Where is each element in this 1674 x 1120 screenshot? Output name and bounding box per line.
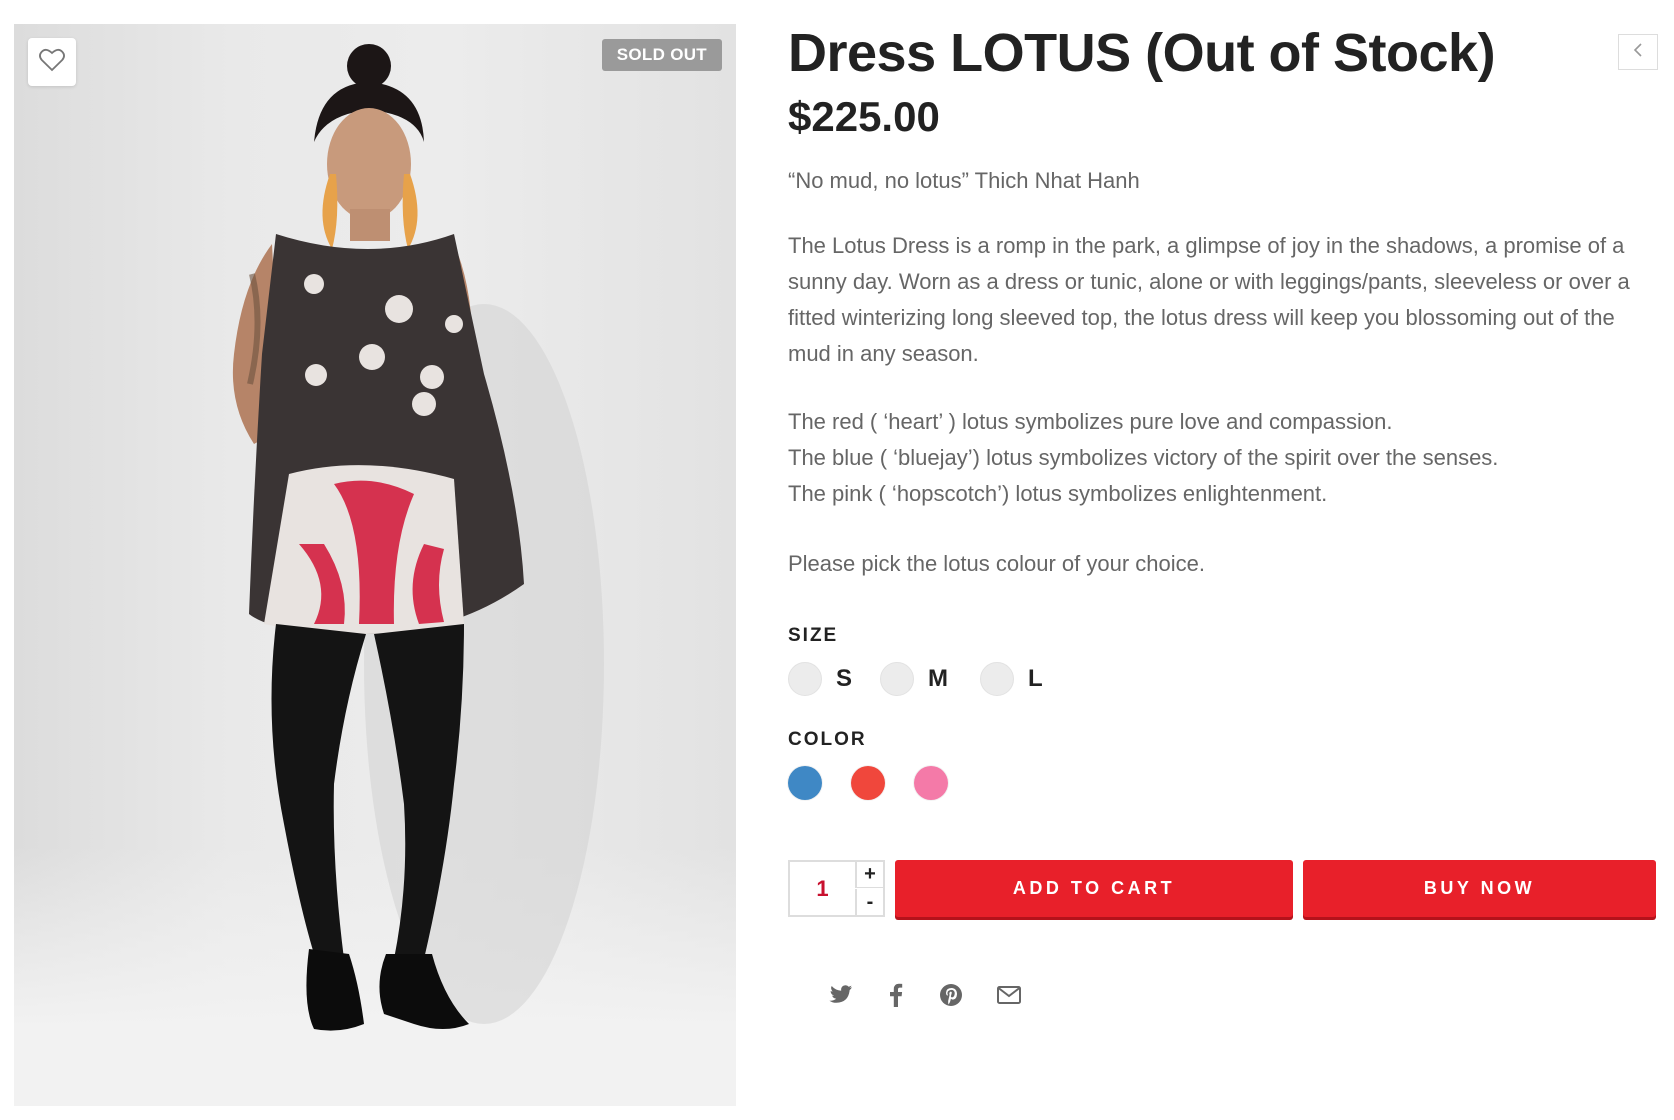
color-swatch-blue[interactable] (788, 766, 822, 800)
size-option-label: L (1028, 665, 1043, 692)
quantity-increase-button[interactable]: + (855, 862, 883, 888)
description-line: mud in any season. (788, 341, 979, 366)
description-line: The Lotus Dress is a romp in the park, a… (788, 233, 1625, 258)
size-option-s[interactable]: S (788, 662, 852, 696)
pinterest-icon[interactable] (934, 978, 968, 1012)
size-radio[interactable] (880, 662, 914, 696)
description-body: The Lotus Dress is a romp in the park, a… (788, 228, 1648, 372)
symbolism-line: The red ( ‘heart’ ) lotus symbolizes pur… (788, 409, 1393, 434)
description-line: fitted winterizing long sleeved top, the… (788, 305, 1615, 330)
wishlist-button[interactable] (28, 38, 76, 86)
sold-out-badge: SOLD OUT (601, 39, 722, 71)
size-radio[interactable] (980, 662, 1014, 696)
facebook-icon[interactable] (879, 978, 913, 1012)
twitter-icon[interactable] (824, 978, 858, 1012)
model-figure (232, 44, 604, 1031)
pick-text: Please pick the lotus colour of your cho… (788, 551, 1206, 576)
add-to-cart-button[interactable]: ADD TO CART (895, 860, 1293, 917)
size-option-l[interactable]: L (980, 662, 1043, 696)
buy-now-button[interactable]: BUY NOW (1303, 860, 1656, 917)
product-price: $225.00 (788, 93, 940, 140)
size-label: SIZE (788, 625, 839, 646)
size-option-label: M (928, 665, 948, 692)
description-line: sunny day. Worn as a dress or tunic, alo… (788, 269, 1630, 294)
heart-icon (39, 48, 65, 77)
chevron-left-icon (1632, 42, 1644, 62)
symbolism-line: The pink ( ‘hopscotch’) lotus symbolizes… (788, 481, 1328, 506)
color-label: COLOR (788, 729, 867, 750)
symbolism-line: The blue ( ‘bluejay’) lotus symbolizes v… (788, 445, 1499, 470)
quantity-decrease-button[interactable]: - (855, 889, 883, 915)
description-symbolism: The red ( ‘heart’ ) lotus symbolizes pur… (788, 404, 1648, 512)
email-icon[interactable] (992, 978, 1026, 1012)
description-quote: “No mud, no lotus” Thich Nhat Hanh (788, 163, 1648, 199)
quantity-input[interactable]: 1 (790, 862, 855, 915)
size-option-m[interactable]: M (880, 662, 948, 696)
previous-product-button[interactable] (1618, 34, 1658, 70)
quote-text: “No mud, no lotus” Thich Nhat Hanh (788, 168, 1140, 193)
size-radio[interactable] (788, 662, 822, 696)
color-swatch-pink[interactable] (914, 766, 948, 800)
description-pick: Please pick the lotus colour of your cho… (788, 546, 1648, 582)
size-option-label: S (836, 665, 853, 692)
quantity-stepper: 1 + - (788, 860, 885, 917)
product-image[interactable]: SOLD OUT (14, 24, 736, 1106)
color-swatch-red[interactable] (851, 766, 885, 800)
product-title: Dress LOTUS (Out of Stock) (788, 23, 1496, 83)
